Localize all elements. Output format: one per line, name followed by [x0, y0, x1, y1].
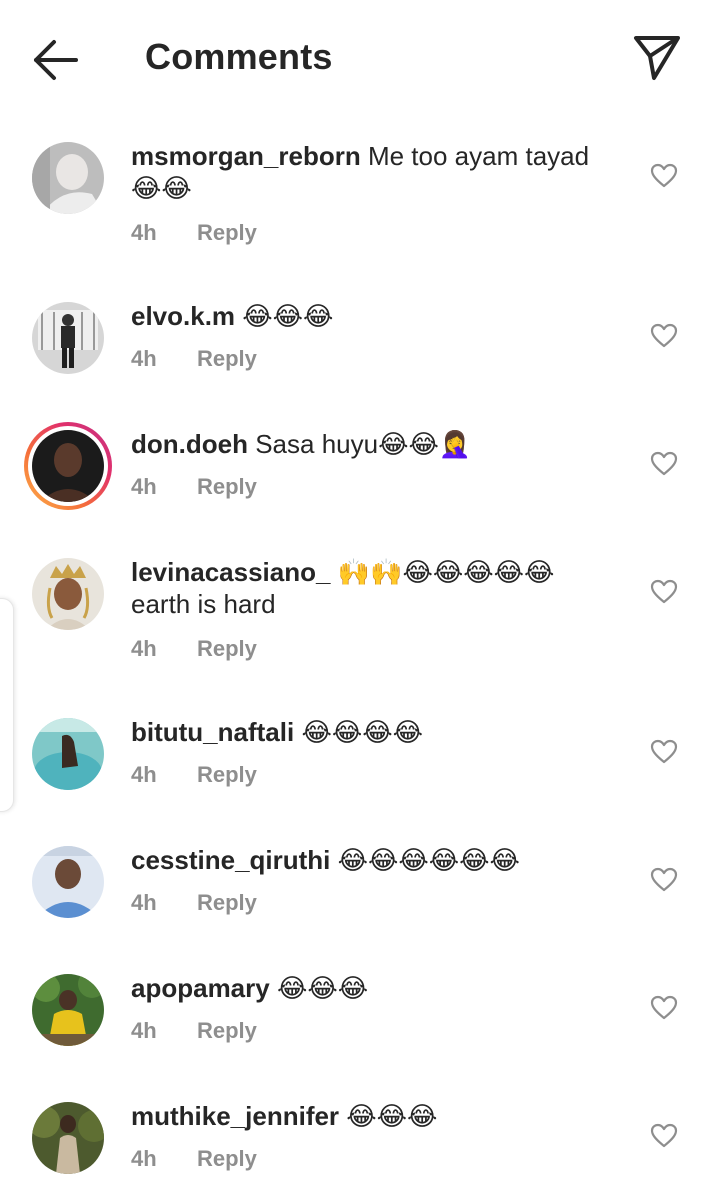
page-title: Comments [145, 36, 333, 77]
reply-button[interactable]: Reply [197, 890, 257, 915]
comment-meta: 4h Reply [131, 636, 257, 662]
comment-meta: 4h Reply [131, 220, 257, 246]
comment-username[interactable]: elvo.k.m [131, 301, 235, 331]
reply-button[interactable]: Reply [197, 762, 257, 787]
reply-button[interactable]: Reply [197, 346, 257, 371]
heart-icon[interactable] [650, 450, 678, 478]
comment-text: don.doeh Sasa huyu😂😂🤦‍♀️ [131, 428, 611, 460]
comment-username[interactable]: cesstine_qiruthi [131, 845, 330, 875]
comment-body: 😂😂😂 [242, 301, 334, 331]
comment-time: 4h [131, 636, 157, 661]
heart-icon[interactable] [650, 578, 678, 606]
comment-text: muthike_jennifer 😂😂😂 [131, 1100, 611, 1132]
heart-icon[interactable] [650, 738, 678, 766]
comment-username[interactable]: levinacassiano_ [131, 557, 330, 587]
avatar-story-ring[interactable] [24, 422, 112, 510]
comment-text: bitutu_naftali 😂😂😂😂 [131, 716, 611, 748]
comment-username[interactable]: muthike_jennifer [131, 1101, 339, 1131]
avatar[interactable] [32, 142, 104, 214]
comment-meta: 4h Reply [131, 762, 257, 788]
comment-time: 4h [131, 1146, 157, 1171]
reply-button[interactable]: Reply [197, 1018, 257, 1043]
arrow-left-icon [34, 40, 78, 80]
comment-text: levinacassiano_ 🙌🙌😂😂😂😂😂 earth is hard [131, 556, 601, 620]
comment-meta: 4h Reply [131, 1018, 257, 1044]
comments-header: Comments [0, 0, 720, 116]
comment-time: 4h [131, 890, 157, 915]
heart-icon[interactable] [650, 322, 678, 350]
comment-username[interactable]: msmorgan_reborn [131, 141, 361, 171]
comment-time: 4h [131, 346, 157, 371]
heart-icon[interactable] [650, 866, 678, 894]
reply-button[interactable]: Reply [197, 220, 257, 245]
comment-body: Sasa huyu😂😂🤦‍♀️ [255, 429, 472, 459]
comment-text: elvo.k.m 😂😂😂 [131, 300, 611, 332]
back-button[interactable] [30, 36, 82, 84]
comment-body: 😂😂😂 [276, 973, 369, 1003]
comment-username[interactable]: bitutu_naftali [131, 717, 294, 747]
avatar[interactable] [32, 1102, 104, 1174]
comment-meta: 4h Reply [131, 474, 257, 500]
comment-meta: 4h Reply [131, 890, 257, 916]
share-button[interactable] [632, 32, 682, 82]
comment-meta: 4h Reply [131, 1146, 257, 1172]
comment-text: msmorgan_reborn Me too ayam tayad 😂😂 [131, 140, 611, 204]
side-panel-handle[interactable] [0, 598, 14, 812]
paper-plane-icon [634, 36, 680, 80]
comment-body: 😂😂😂😂😂😂 [337, 845, 520, 875]
heart-icon[interactable] [650, 162, 678, 190]
reply-button[interactable]: Reply [197, 636, 257, 661]
heart-icon[interactable] [650, 994, 678, 1022]
avatar[interactable] [32, 974, 104, 1046]
avatar[interactable] [32, 302, 104, 374]
avatar[interactable] [32, 846, 104, 918]
comment-body: 😂😂😂 [346, 1101, 438, 1131]
avatar[interactable] [32, 558, 104, 630]
comment-meta: 4h Reply [131, 346, 257, 372]
heart-icon[interactable] [650, 1122, 678, 1150]
comment-body: 😂😂😂😂 [301, 717, 423, 747]
comment-time: 4h [131, 474, 157, 499]
reply-button[interactable]: Reply [197, 1146, 257, 1171]
comment-text: cesstine_qiruthi 😂😂😂😂😂😂 [131, 844, 611, 876]
comment-time: 4h [131, 762, 157, 787]
comment-username[interactable]: don.doeh [131, 429, 248, 459]
comment-text: apopamary 😂😂😂 [131, 972, 611, 1004]
comment-time: 4h [131, 1018, 157, 1043]
avatar[interactable] [32, 718, 104, 790]
reply-button[interactable]: Reply [197, 474, 257, 499]
comment-username[interactable]: apopamary [131, 973, 270, 1003]
comment-time: 4h [131, 220, 157, 245]
